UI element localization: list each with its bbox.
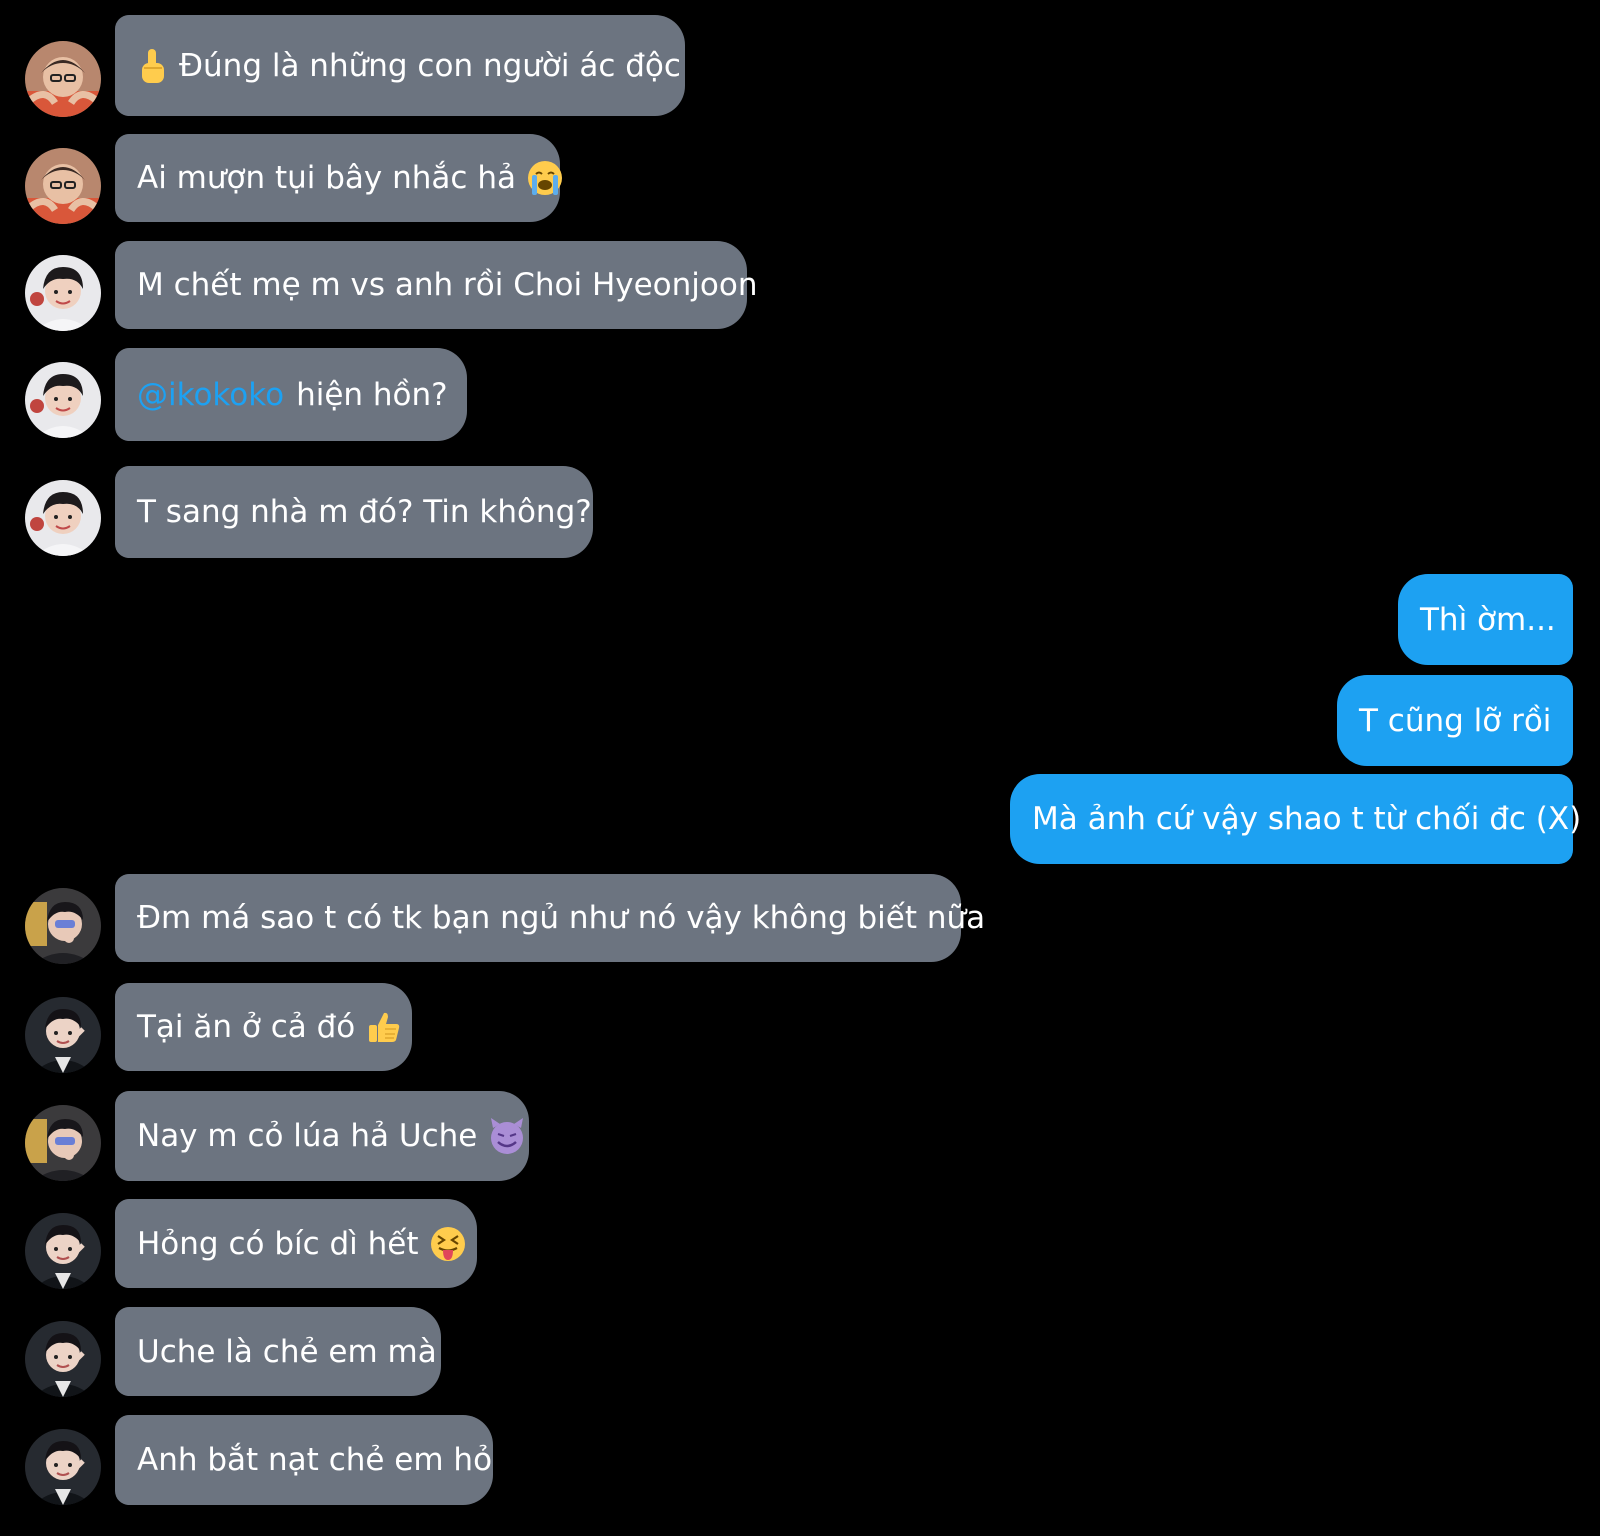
message-text: T cũng lỡ rồi bbox=[1359, 702, 1552, 739]
squinting-tongue-face-icon bbox=[429, 1225, 467, 1263]
message-text: Đúng là những con người ác độc bbox=[179, 47, 681, 84]
message-bubble[interactable]: @ikokoko hiện hồn? bbox=[115, 348, 467, 441]
avatar[interactable] bbox=[25, 997, 101, 1073]
message-text: Ai mượn tụi bây nhắc hả bbox=[137, 160, 516, 196]
message-text: Anh bắt nạt chẻ em hỏ bbox=[137, 1442, 493, 1478]
thumbs-up-icon bbox=[365, 1008, 403, 1046]
loudly-crying-face-icon bbox=[526, 159, 564, 197]
message-text: Tại ăn ở cả đó bbox=[137, 1009, 356, 1045]
avatar[interactable] bbox=[25, 1213, 101, 1289]
smiling-devil-icon bbox=[487, 1116, 527, 1156]
message-bubble[interactable]: M chết mẹ m vs anh rồi Choi Hyeonjoon bbox=[115, 241, 757, 329]
message-bubble[interactable]: T cũng lỡ rồi bbox=[1337, 675, 1573, 766]
message-bubble[interactable]: Hỏng có bíc dì hết bbox=[115, 1199, 477, 1288]
message-text: Mà ảnh cứ vậy shao t từ chối đc (X) bbox=[1032, 801, 1582, 837]
message-text: Nay m cỏ lúa hả Uche bbox=[137, 1118, 478, 1154]
message-bubble[interactable]: Mà ảnh cứ vậy shao t từ chối đc (X) bbox=[1010, 774, 1581, 864]
message-bubble[interactable]: Đm má sao t có tk bạn ngủ như nó vậy khô… bbox=[115, 874, 985, 962]
avatar[interactable] bbox=[25, 480, 101, 556]
avatar[interactable] bbox=[25, 888, 101, 964]
message-text: Uche là chẻ em mà bbox=[137, 1333, 437, 1370]
avatar[interactable] bbox=[25, 1105, 101, 1181]
message-bubble[interactable]: Đúng là những con người ác độc bbox=[115, 15, 685, 116]
message-text: Đm má sao t có tk bạn ngủ như nó vậy khô… bbox=[137, 900, 986, 936]
mention-link[interactable]: @ikokoko bbox=[137, 376, 284, 414]
message-text: Hỏng có bíc dì hết bbox=[137, 1225, 419, 1262]
message-text: M chết mẹ m vs anh rồi Choi Hyeonjoon bbox=[137, 267, 758, 303]
avatar[interactable] bbox=[25, 1429, 101, 1505]
message-bubble[interactable]: Uche là chẻ em mà bbox=[115, 1307, 441, 1396]
avatar[interactable] bbox=[25, 1321, 101, 1397]
message-bubble[interactable]: Ai mượn tụi bây nhắc hả bbox=[115, 134, 562, 222]
avatar[interactable] bbox=[25, 362, 101, 438]
message-bubble[interactable]: Tại ăn ở cả đó bbox=[115, 983, 412, 1071]
pointing-up-icon bbox=[137, 47, 167, 85]
message-text: T sang nhà m đó? Tin không? bbox=[137, 494, 592, 530]
chat-thread: Đúng là những con người ác độc Ai mượn t… bbox=[0, 0, 1600, 1536]
message-bubble[interactable]: Thì ờm... bbox=[1398, 574, 1573, 665]
message-bubble[interactable]: T sang nhà m đó? Tin không? bbox=[115, 466, 593, 558]
message-bubble[interactable]: Nay m cỏ lúa hả Uche bbox=[115, 1091, 529, 1181]
avatar[interactable] bbox=[25, 148, 101, 224]
avatar[interactable] bbox=[25, 255, 101, 331]
message-text: hiện hồn? bbox=[296, 376, 448, 413]
avatar[interactable] bbox=[25, 41, 101, 117]
message-text: Thì ờm... bbox=[1420, 601, 1556, 638]
message-bubble[interactable]: Anh bắt nạt chẻ em hỏ bbox=[115, 1415, 493, 1505]
